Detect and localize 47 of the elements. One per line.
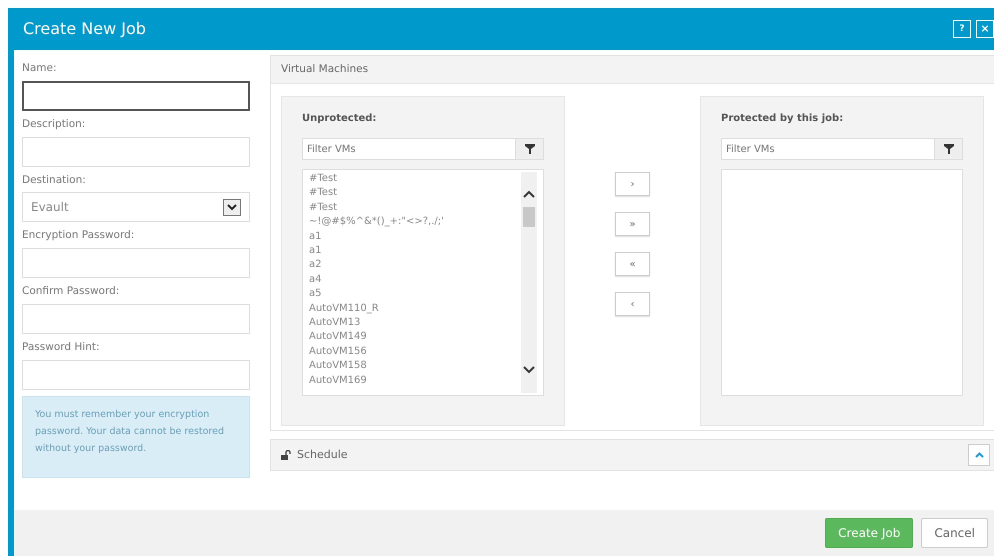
input-field[interactable] xyxy=(22,80,250,111)
list-item[interactable]: a4 xyxy=(309,272,521,288)
cancel-button[interactable]: Cancel xyxy=(921,518,988,548)
create-job-button[interactable]: Create Job xyxy=(825,518,914,548)
list-item[interactable]: a2 xyxy=(309,258,521,273)
field-label: Name: xyxy=(22,61,58,76)
list-item[interactable]: a5 xyxy=(309,287,521,302)
list-item[interactable]: AutoVM149 xyxy=(309,330,521,345)
dropdown-field[interactable]: Evault xyxy=(22,192,250,222)
field-label: Encryption Password: xyxy=(22,228,136,244)
list-item[interactable]: AutoVM156 xyxy=(309,344,521,360)
move-button[interactable]: » xyxy=(615,212,650,236)
filter-button[interactable] xyxy=(516,138,544,160)
filter-icon xyxy=(524,144,534,154)
filter-field[interactable]: Filter VMs xyxy=(302,138,516,160)
filter-button[interactable] xyxy=(935,138,963,160)
chevron-up-icon xyxy=(974,452,984,458)
filter-icon xyxy=(944,144,954,154)
field-label: Description: xyxy=(22,116,86,132)
scrollbar[interactable] xyxy=(521,172,537,393)
list-title: Protected by this job: xyxy=(721,112,844,126)
list-item[interactable]: #Test xyxy=(309,172,521,186)
close-button[interactable]: × xyxy=(976,20,994,38)
caret-icon xyxy=(223,198,241,216)
list-title: Unprotected: xyxy=(302,112,378,126)
window-title: Create New Job xyxy=(23,18,147,40)
expand-toggle-button[interactable] xyxy=(968,444,990,466)
filter-field[interactable]: Filter VMs xyxy=(721,138,935,160)
move-button[interactable]: › xyxy=(615,172,650,196)
help-button[interactable]: ? xyxy=(953,20,971,38)
section-title: Schedule xyxy=(297,446,349,463)
info-notice: You must remember your encryption password. Your data cannot be restored without your password. xyxy=(22,396,250,478)
move-button[interactable]: « xyxy=(615,252,650,276)
list-item[interactable]: #Test xyxy=(309,200,521,216)
list-item[interactable]: AutoVM13 xyxy=(309,316,521,330)
move-button[interactable]: ‹ xyxy=(615,292,650,316)
list-item[interactable]: AutoVM169 xyxy=(309,374,521,388)
panel-header: Virtual Machines xyxy=(271,56,994,84)
field-label: Destination: xyxy=(22,172,87,188)
list-item[interactable]: a1 xyxy=(309,230,521,244)
field-label: Password Hint: xyxy=(22,340,101,355)
list-item[interactable]: AutoVM110_R xyxy=(309,302,521,316)
list-item[interactable]: ~!@#$%^&*()_+:"<>?,./;' xyxy=(309,215,521,230)
list-item[interactable]: a1 xyxy=(309,244,521,258)
list-item[interactable]: AutoVM158 xyxy=(309,359,521,374)
field-label: Confirm Password: xyxy=(22,284,120,299)
list-item[interactable]: #Test xyxy=(309,186,521,201)
